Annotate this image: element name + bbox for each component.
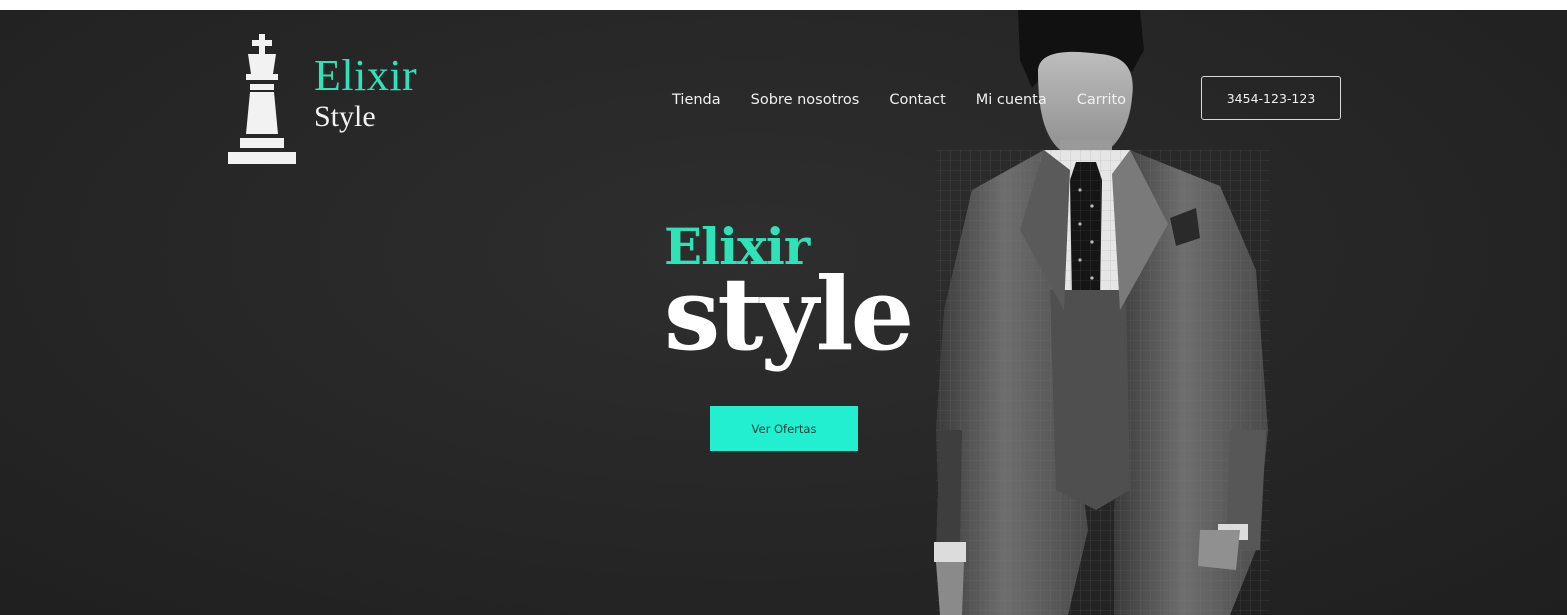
ver-ofertas-button[interactable]: Ver Ofertas — [710, 406, 858, 451]
hero-headline-secondary: style — [664, 255, 914, 373]
logo-text-primary: Elixir — [314, 51, 418, 100]
nav-link-carrito[interactable]: Carrito — [1077, 92, 1126, 108]
nav-link-sobre-nosotros[interactable]: Sobre nosotros — [751, 92, 860, 108]
logo-text-secondary: Style — [314, 100, 376, 133]
chess-king-icon — [228, 34, 296, 164]
main-nav: Tienda Sobre nosotros Contact Mi cuenta … — [672, 90, 1126, 110]
phone-button[interactable]: 3454-123-123 — [1201, 76, 1341, 120]
nav-link-tienda[interactable]: Tienda — [672, 92, 721, 108]
hero-section: Elixir Style Tienda Sobre nosotros Conta… — [0, 10, 1567, 615]
nav-link-mi-cuenta[interactable]: Mi cuenta — [976, 92, 1047, 108]
nav-link-contact[interactable]: Contact — [889, 92, 945, 108]
page: Elixir Style Tienda Sobre nosotros Conta… — [0, 0, 1567, 615]
hero-headline: Elixir style — [664, 222, 914, 373]
brand-logo[interactable]: Elixir Style — [226, 34, 456, 169]
